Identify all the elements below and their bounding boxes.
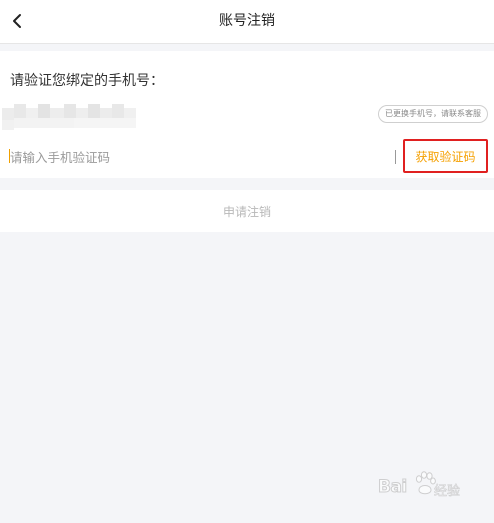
phone-changed-contact-link[interactable]: 已更换手机号，请联系客服 <box>378 105 488 123</box>
verify-card: 请验证您绑定的手机号： 已更换手机号，请联系客服 获取验证码 <box>0 51 494 178</box>
apply-cancel-button[interactable]: 申请注销 <box>0 190 494 232</box>
apply-cancel-label: 申请注销 <box>222 204 271 219</box>
get-code-button[interactable]: 获取验证码 <box>403 139 488 173</box>
baidu-watermark-logo: Bai 经验 <box>378 471 488 507</box>
paw-icon <box>415 471 436 495</box>
input-divider <box>395 150 396 164</box>
watermark-brand: Bai <box>378 477 408 498</box>
verify-prompt: 请验证您绑定的手机号： <box>10 73 164 89</box>
header-bar: 账号注销 <box>0 0 494 44</box>
watermark-suffix: 经验 <box>434 484 461 500</box>
verification-code-input[interactable] <box>10 144 380 170</box>
masked-phone-number <box>0 104 140 130</box>
page-title: 账号注销 <box>219 13 275 29</box>
